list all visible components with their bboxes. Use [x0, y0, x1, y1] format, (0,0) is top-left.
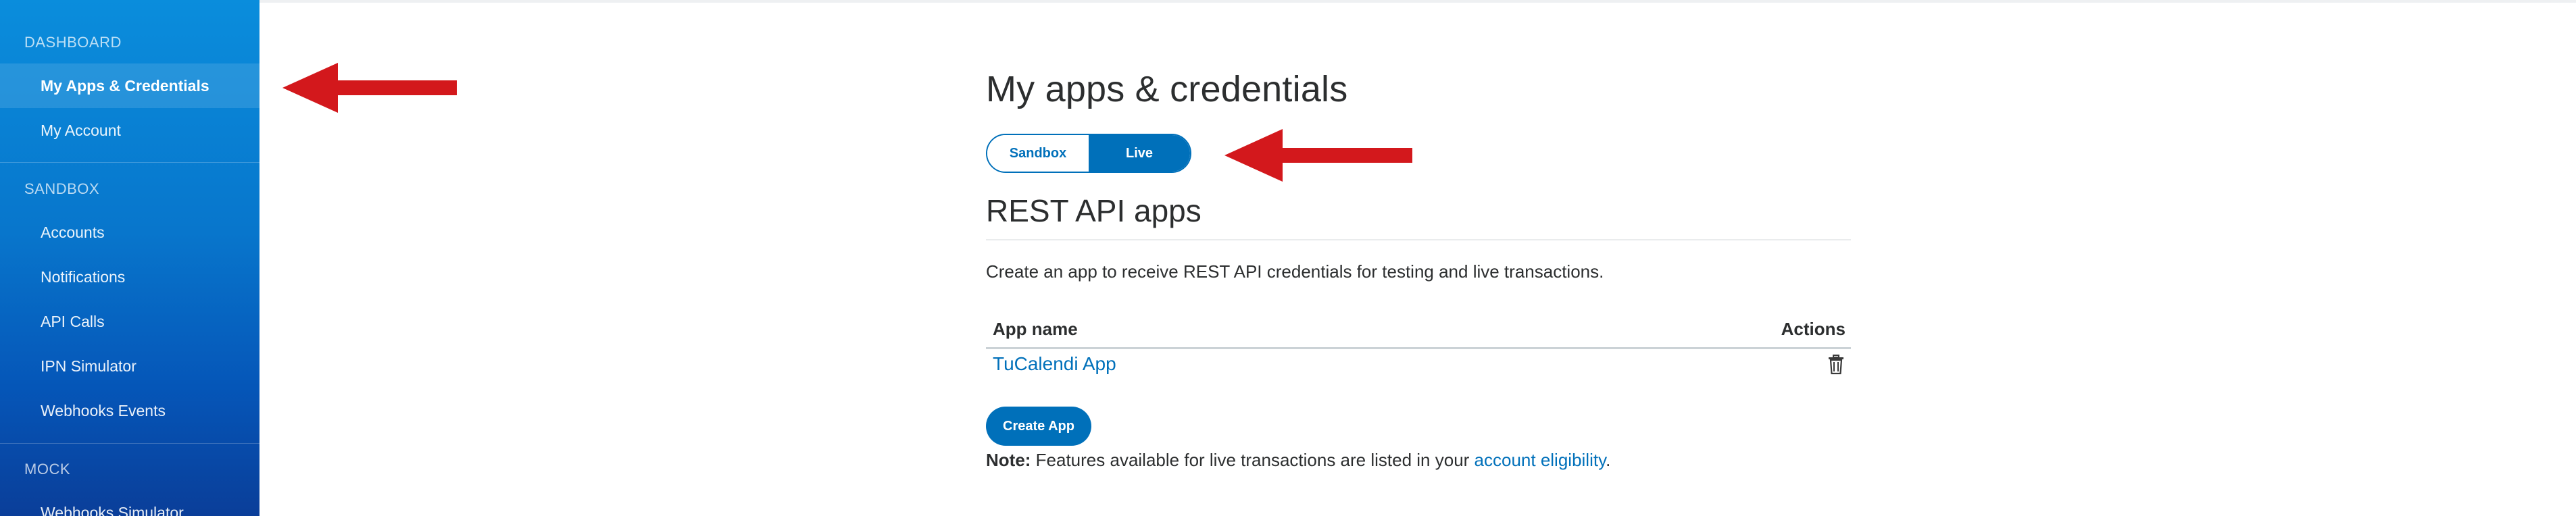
table-row: TuCalendi App	[986, 349, 1851, 383]
sidebar-item-label: IPN Simulator	[41, 357, 137, 375]
sidebar-divider	[0, 162, 259, 163]
section-divider	[986, 239, 1851, 240]
sidebar-item-webhooks-simulator[interactable]: Webhooks Simulator	[0, 490, 259, 516]
toggle-sandbox-button[interactable]: Sandbox	[987, 135, 1089, 172]
sidebar-divider	[0, 443, 259, 444]
sidebar-item-label: Accounts	[41, 223, 105, 241]
table-header: App name Actions	[986, 317, 1851, 349]
trash-icon[interactable]	[1828, 355, 1844, 375]
section-description: Create an app to receive REST API creden…	[986, 261, 1604, 282]
red-arrow-annotation	[282, 63, 457, 113]
sidebar-item-label: My Account	[41, 121, 121, 139]
app-name-link[interactable]: TuCalendi App	[993, 353, 1116, 375]
sidebar-section-mock: MOCK	[24, 461, 70, 478]
sidebar-item-notifications[interactable]: Notifications	[0, 255, 259, 299]
sidebar-section-dashboard: DASHBOARD	[24, 34, 122, 51]
column-header-app-name: App name	[993, 319, 1078, 339]
note-end: .	[1606, 450, 1611, 470]
sidebar-item-label: API Calls	[41, 312, 105, 330]
sidebar-item-my-account[interactable]: My Account	[0, 108, 259, 153]
red-arrow-annotation	[1224, 129, 1412, 182]
note-text: Features available for live transactions…	[1031, 450, 1475, 470]
sidebar-item-webhooks-events[interactable]: Webhooks Events	[0, 388, 259, 433]
environment-toggle: Sandbox Live	[986, 134, 1191, 173]
sidebar-item-label: My Apps & Credentials	[41, 76, 209, 95]
sidebar-item-label: Webhooks Simulator	[41, 503, 184, 516]
sidebar-item-my-apps-credentials[interactable]: My Apps & Credentials	[0, 63, 259, 108]
sidebar-item-label: Notifications	[41, 267, 126, 286]
eligibility-note: Note: Features available for live transa…	[986, 450, 1610, 471]
column-header-actions: Actions	[1781, 319, 1846, 339]
section-title: REST API apps	[986, 193, 1202, 228]
sidebar: DASHBOARD My Apps & Credentials My Accou…	[0, 0, 259, 516]
create-app-button[interactable]: Create App	[986, 407, 1091, 446]
page-title: My apps & credentials	[986, 69, 1348, 109]
sidebar-item-accounts[interactable]: Accounts	[0, 210, 259, 255]
sidebar-section-sandbox: SANDBOX	[24, 180, 100, 197]
sidebar-item-ipn-simulator[interactable]: IPN Simulator	[0, 344, 259, 388]
toggle-live-button[interactable]: Live	[1089, 135, 1190, 172]
sidebar-item-api-calls[interactable]: API Calls	[0, 299, 259, 344]
sidebar-item-label: Webhooks Events	[41, 401, 166, 419]
account-eligibility-link[interactable]: account eligibility	[1475, 450, 1606, 470]
top-border	[0, 0, 2576, 3]
note-label: Note:	[986, 450, 1031, 470]
